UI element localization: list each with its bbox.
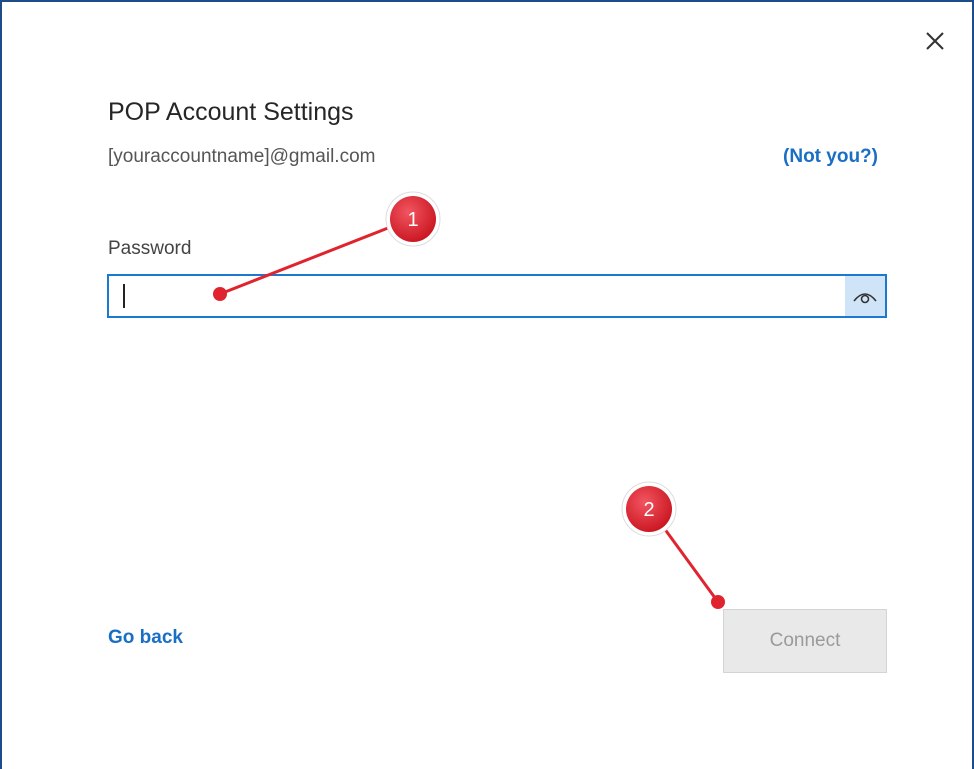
eye-icon [853,293,877,304]
not-you-link[interactable]: (Not you?) [783,146,878,168]
password-label: Password [108,238,192,259]
dialog-title: POP Account Settings [108,98,354,126]
go-back-link[interactable]: Go back [108,627,183,649]
connect-button[interactable]: Connect [723,609,887,673]
close-icon[interactable] [922,28,948,54]
password-input[interactable] [117,282,841,312]
account-email: [youraccountname]@gmail.com [108,146,376,167]
reveal-password-button[interactable] [845,276,885,316]
password-field[interactable] [107,274,887,318]
text-caret [123,284,125,308]
